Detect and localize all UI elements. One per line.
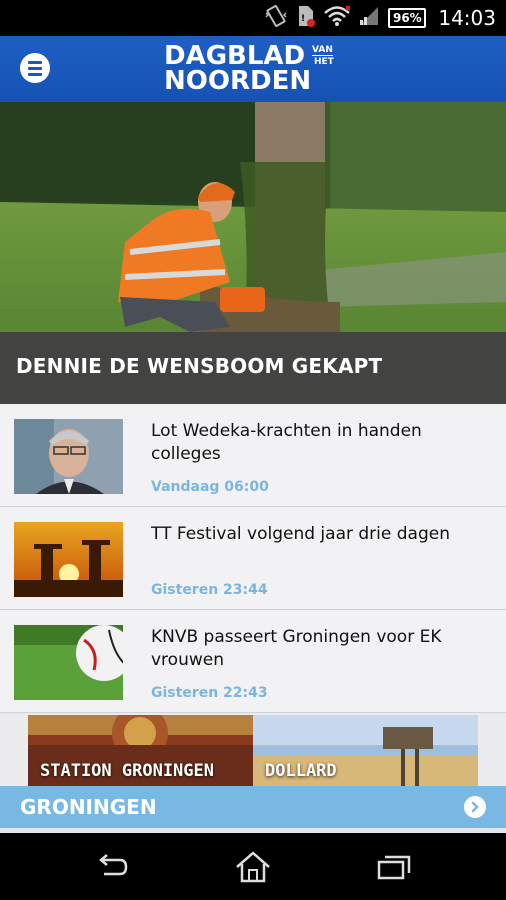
news-item[interactable]: TT Festival volgend jaar drie dagen Gist…	[0, 507, 506, 610]
svg-text:!: !	[301, 14, 305, 24]
recent-apps-icon[interactable]	[372, 847, 416, 887]
news-time: Vandaag 06:00	[151, 479, 269, 495]
status-icons: ! 96% 14:03	[264, 0, 496, 36]
banner-left-label: STATION GRONINGEN	[40, 761, 214, 781]
menu-icon-line	[28, 72, 42, 76]
news-list: Lot Wedeka-krachten in handen colleges V…	[0, 404, 506, 713]
logo-het: HET	[314, 57, 334, 67]
sim-error-icon: !	[296, 4, 316, 32]
news-title: KNVB passeert Groningen voor EK vrouwen	[151, 627, 442, 670]
news-time: Gisteren 22:43	[151, 685, 268, 701]
section-bar[interactable]: GRONINGEN	[0, 786, 506, 828]
hero-caption: DENNIE DE WENSBOOM GEKAPT	[0, 332, 506, 404]
app-header: DAGBLAD VAN HET NOORDEN	[0, 36, 506, 102]
status-time: 14:03	[438, 6, 496, 30]
news-thumbnail	[14, 625, 123, 700]
logo-line2: NOORDEN	[164, 66, 312, 96]
system-nav-bar	[0, 833, 506, 900]
banner-right-label: DOLLARD	[265, 761, 337, 781]
home-icon[interactable]	[231, 847, 275, 887]
section-title: GRONINGEN	[20, 795, 157, 819]
wifi-icon	[324, 5, 352, 31]
menu-icon-line	[28, 66, 42, 70]
logo-van: VAN	[312, 45, 333, 56]
hero-article[interactable]: DENNIE DE WENSBOOM GEKAPT	[0, 102, 506, 404]
chevron-right-icon[interactable]	[464, 796, 486, 818]
news-item[interactable]: Lot Wedeka-krachten in handen colleges V…	[0, 404, 506, 507]
banner-station[interactable]: STATION GRONINGEN	[28, 715, 253, 787]
news-title: TT Festival volgend jaar drie dagen	[151, 524, 450, 544]
news-thumbnail	[14, 522, 123, 597]
region-banner[interactable]: STATION GRONINGEN DOLLARD	[28, 715, 478, 787]
logo[interactable]: DAGBLAD VAN HET NOORDEN	[164, 43, 344, 95]
back-icon[interactable]	[90, 847, 134, 887]
news-item[interactable]: KNVB passeert Groningen voor EK vrouwen …	[0, 610, 506, 713]
menu-icon-line	[28, 60, 42, 64]
vibrate-icon	[264, 5, 288, 31]
news-thumbnail	[14, 419, 123, 494]
menu-button[interactable]	[20, 53, 50, 83]
signal-icon	[358, 5, 380, 31]
banner-dollard[interactable]: DOLLARD	[253, 715, 478, 787]
hero-title: DENNIE DE WENSBOOM GEKAPT	[16, 354, 383, 378]
battery-icon: 96%	[388, 8, 427, 28]
status-bar: ! 96% 14:03	[0, 0, 506, 36]
news-time: Gisteren 23:44	[151, 582, 268, 598]
news-title: Lot Wedeka-krachten in handen colleges	[151, 421, 422, 464]
